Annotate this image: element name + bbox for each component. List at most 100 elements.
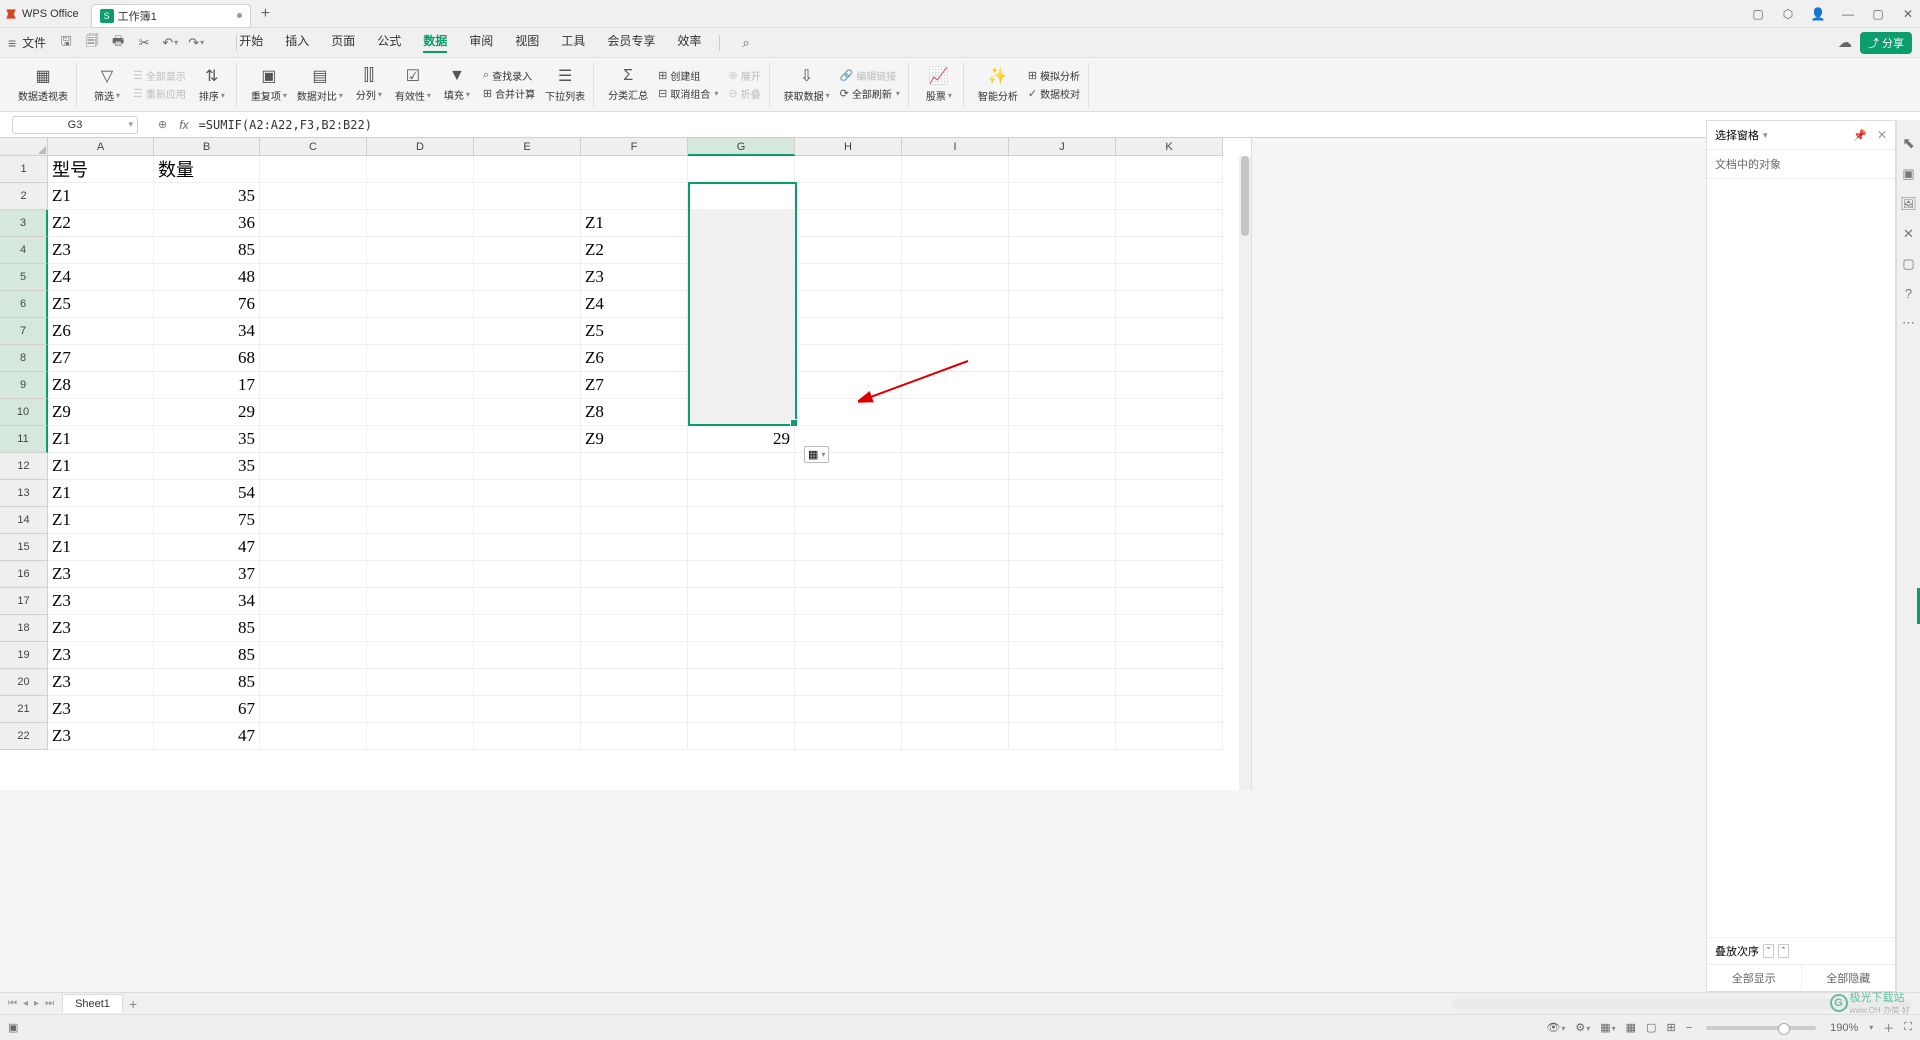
zoom-out-button[interactable]: − xyxy=(1686,1022,1692,1034)
cell-A1[interactable]: 型号 xyxy=(48,156,154,183)
menu-tab-会员专享[interactable]: 会员专享 xyxy=(607,32,655,53)
pivot-table-button[interactable]: ▦数据透视表 xyxy=(18,66,68,103)
row-header-4[interactable]: 4 xyxy=(0,237,48,264)
find-record-button[interactable]: ⌕查找录入 xyxy=(483,68,535,83)
cell-B6[interactable]: 76 xyxy=(154,291,260,318)
cell-F4[interactable]: Z2 xyxy=(581,237,688,264)
menu-tab-数据[interactable]: 数据 xyxy=(423,32,447,53)
row-header-19[interactable]: 19 xyxy=(0,642,48,669)
cell-A8[interactable]: Z7 xyxy=(48,345,154,372)
formula-input[interactable]: =SUMIF(A2:A22,F3,B2:B22) xyxy=(199,118,372,132)
user-avatar-icon[interactable]: 👤 xyxy=(1810,6,1826,22)
menu-tab-开始[interactable]: 开始 xyxy=(239,32,263,53)
hide-all-button[interactable]: 全部隐藏 xyxy=(1802,965,1896,991)
cell-F10[interactable]: Z8 xyxy=(581,399,688,426)
more-icon[interactable]: ⋯ xyxy=(1902,315,1915,331)
maximize-button[interactable]: ▢ xyxy=(1870,6,1886,22)
data-compare-button[interactable]: ▤数据对比▾ xyxy=(297,66,343,103)
cell-B19[interactable]: 85 xyxy=(154,642,260,669)
cell-B14[interactable]: 75 xyxy=(154,507,260,534)
cell-A3[interactable]: Z2 xyxy=(48,210,154,237)
break-view-icon[interactable]: ⊞ xyxy=(1666,1021,1675,1034)
select-tool-icon[interactable]: ⬉ xyxy=(1902,134,1915,152)
cell-A22[interactable]: Z3 xyxy=(48,723,154,750)
cell-B10[interactable]: 29 xyxy=(154,399,260,426)
row-header-6[interactable]: 6 xyxy=(0,291,48,318)
page-view-icon[interactable]: ▢ xyxy=(1646,1021,1656,1034)
row-headers[interactable]: 12345678910111213141516171819202122 xyxy=(0,156,48,750)
scrollbar-thumb[interactable] xyxy=(1241,156,1249,236)
cell-F9[interactable]: Z7 xyxy=(581,372,688,399)
row-header-8[interactable]: 8 xyxy=(0,345,48,372)
filter-button[interactable]: ▽筛选▾ xyxy=(91,66,123,103)
file-menu[interactable]: 文件 xyxy=(22,34,46,51)
row-header-2[interactable]: 2 xyxy=(0,183,48,210)
show-all-button[interactable]: 全部显示 xyxy=(1707,965,1802,991)
fx-icon[interactable]: fx xyxy=(179,118,188,132)
row-header-17[interactable]: 17 xyxy=(0,588,48,615)
cell-B11[interactable]: 35 xyxy=(154,426,260,453)
column-headers[interactable]: ABCDEFGHIJK xyxy=(48,138,1223,156)
col-header-H[interactable]: H xyxy=(795,138,902,156)
nav-first-icon[interactable]: ⏮ xyxy=(8,998,17,1009)
move-up-button[interactable]: ˇ xyxy=(1763,944,1774,958)
cell-B15[interactable]: 47 xyxy=(154,534,260,561)
row-header-14[interactable]: 14 xyxy=(0,507,48,534)
pin-icon[interactable]: 📌 xyxy=(1853,129,1867,142)
menu-search-icon[interactable]: ⌕ xyxy=(742,35,749,51)
redo-icon[interactable]: ↷▾ xyxy=(188,35,204,51)
screenshot-icon[interactable]: ▣ xyxy=(1902,166,1914,182)
subtotal-button[interactable]: Σ分类汇总 xyxy=(608,67,648,102)
menu-tab-效率[interactable]: 效率 xyxy=(677,32,701,53)
image-icon[interactable]: 🖼 xyxy=(1900,196,1917,212)
cell-A18[interactable]: Z3 xyxy=(48,615,154,642)
minimize-button[interactable]: — xyxy=(1840,6,1856,22)
merge-calc-button[interactable]: ⊞合并计算 xyxy=(483,86,535,101)
nav-prev-icon[interactable]: ◂ xyxy=(23,998,28,1009)
eye-icon[interactable]: 👁▾ xyxy=(1546,1021,1565,1034)
row-header-5[interactable]: 5 xyxy=(0,264,48,291)
add-sheet-button[interactable]: + xyxy=(129,996,137,1012)
row-header-16[interactable]: 16 xyxy=(0,561,48,588)
cell-B18[interactable]: 85 xyxy=(154,615,260,642)
row-header-18[interactable]: 18 xyxy=(0,615,48,642)
cell-G11[interactable]: 29 xyxy=(688,426,795,453)
vertical-scrollbar[interactable] xyxy=(1239,156,1251,790)
cloud-sync-icon[interactable]: ☁ xyxy=(1838,34,1852,51)
data-check-button[interactable]: ✓数据校对 xyxy=(1028,86,1080,101)
close-button[interactable]: ✕ xyxy=(1900,6,1916,22)
new-tab-button[interactable]: + xyxy=(261,5,270,23)
validity-button[interactable]: ☑有效性▾ xyxy=(395,66,431,103)
hamburger-icon[interactable]: ≡ xyxy=(8,35,16,51)
close-panel-icon[interactable]: ✕ xyxy=(1877,128,1887,142)
cell-A11[interactable]: Z1 xyxy=(48,426,154,453)
cell-A12[interactable]: Z1 xyxy=(48,453,154,480)
cell-B9[interactable]: 17 xyxy=(154,372,260,399)
cell-A13[interactable]: Z1 xyxy=(48,480,154,507)
fill-button[interactable]: ▼填充▾ xyxy=(441,67,473,102)
help-icon[interactable]: ? xyxy=(1905,286,1912,301)
cell-A2[interactable]: Z1 xyxy=(48,183,154,210)
refresh-all-button[interactable]: ⟳全部刷新▾ xyxy=(840,86,900,101)
col-header-A[interactable]: A xyxy=(48,138,154,156)
col-header-J[interactable]: J xyxy=(1009,138,1116,156)
cell-B2[interactable]: 35 xyxy=(154,183,260,210)
paste-options-badge[interactable]: ▦▾ xyxy=(804,446,829,463)
cell-B8[interactable]: 68 xyxy=(154,345,260,372)
nav-next-icon[interactable]: ▸ xyxy=(34,998,39,1009)
smart-analysis-button[interactable]: ✨智能分析 xyxy=(978,66,1018,103)
print-icon[interactable]: 🖶 xyxy=(110,35,126,51)
normal-view-icon[interactable]: ▦ xyxy=(1626,1021,1636,1034)
cell-A14[interactable]: Z1 xyxy=(48,507,154,534)
name-box[interactable]: G3 xyxy=(12,116,138,134)
cell-B20[interactable]: 85 xyxy=(154,669,260,696)
cut-icon[interactable]: ✂ xyxy=(136,35,152,51)
row-header-20[interactable]: 20 xyxy=(0,669,48,696)
sheet-tab-1[interactable]: Sheet1 xyxy=(62,994,123,1013)
cell-A15[interactable]: Z1 xyxy=(48,534,154,561)
row-header-11[interactable]: 11 xyxy=(0,426,48,453)
import-data-button[interactable]: ⇩获取数据▾ xyxy=(784,66,830,103)
cell-B7[interactable]: 34 xyxy=(154,318,260,345)
row-header-10[interactable]: 10 xyxy=(0,399,48,426)
cell-F11[interactable]: Z9 xyxy=(581,426,688,453)
